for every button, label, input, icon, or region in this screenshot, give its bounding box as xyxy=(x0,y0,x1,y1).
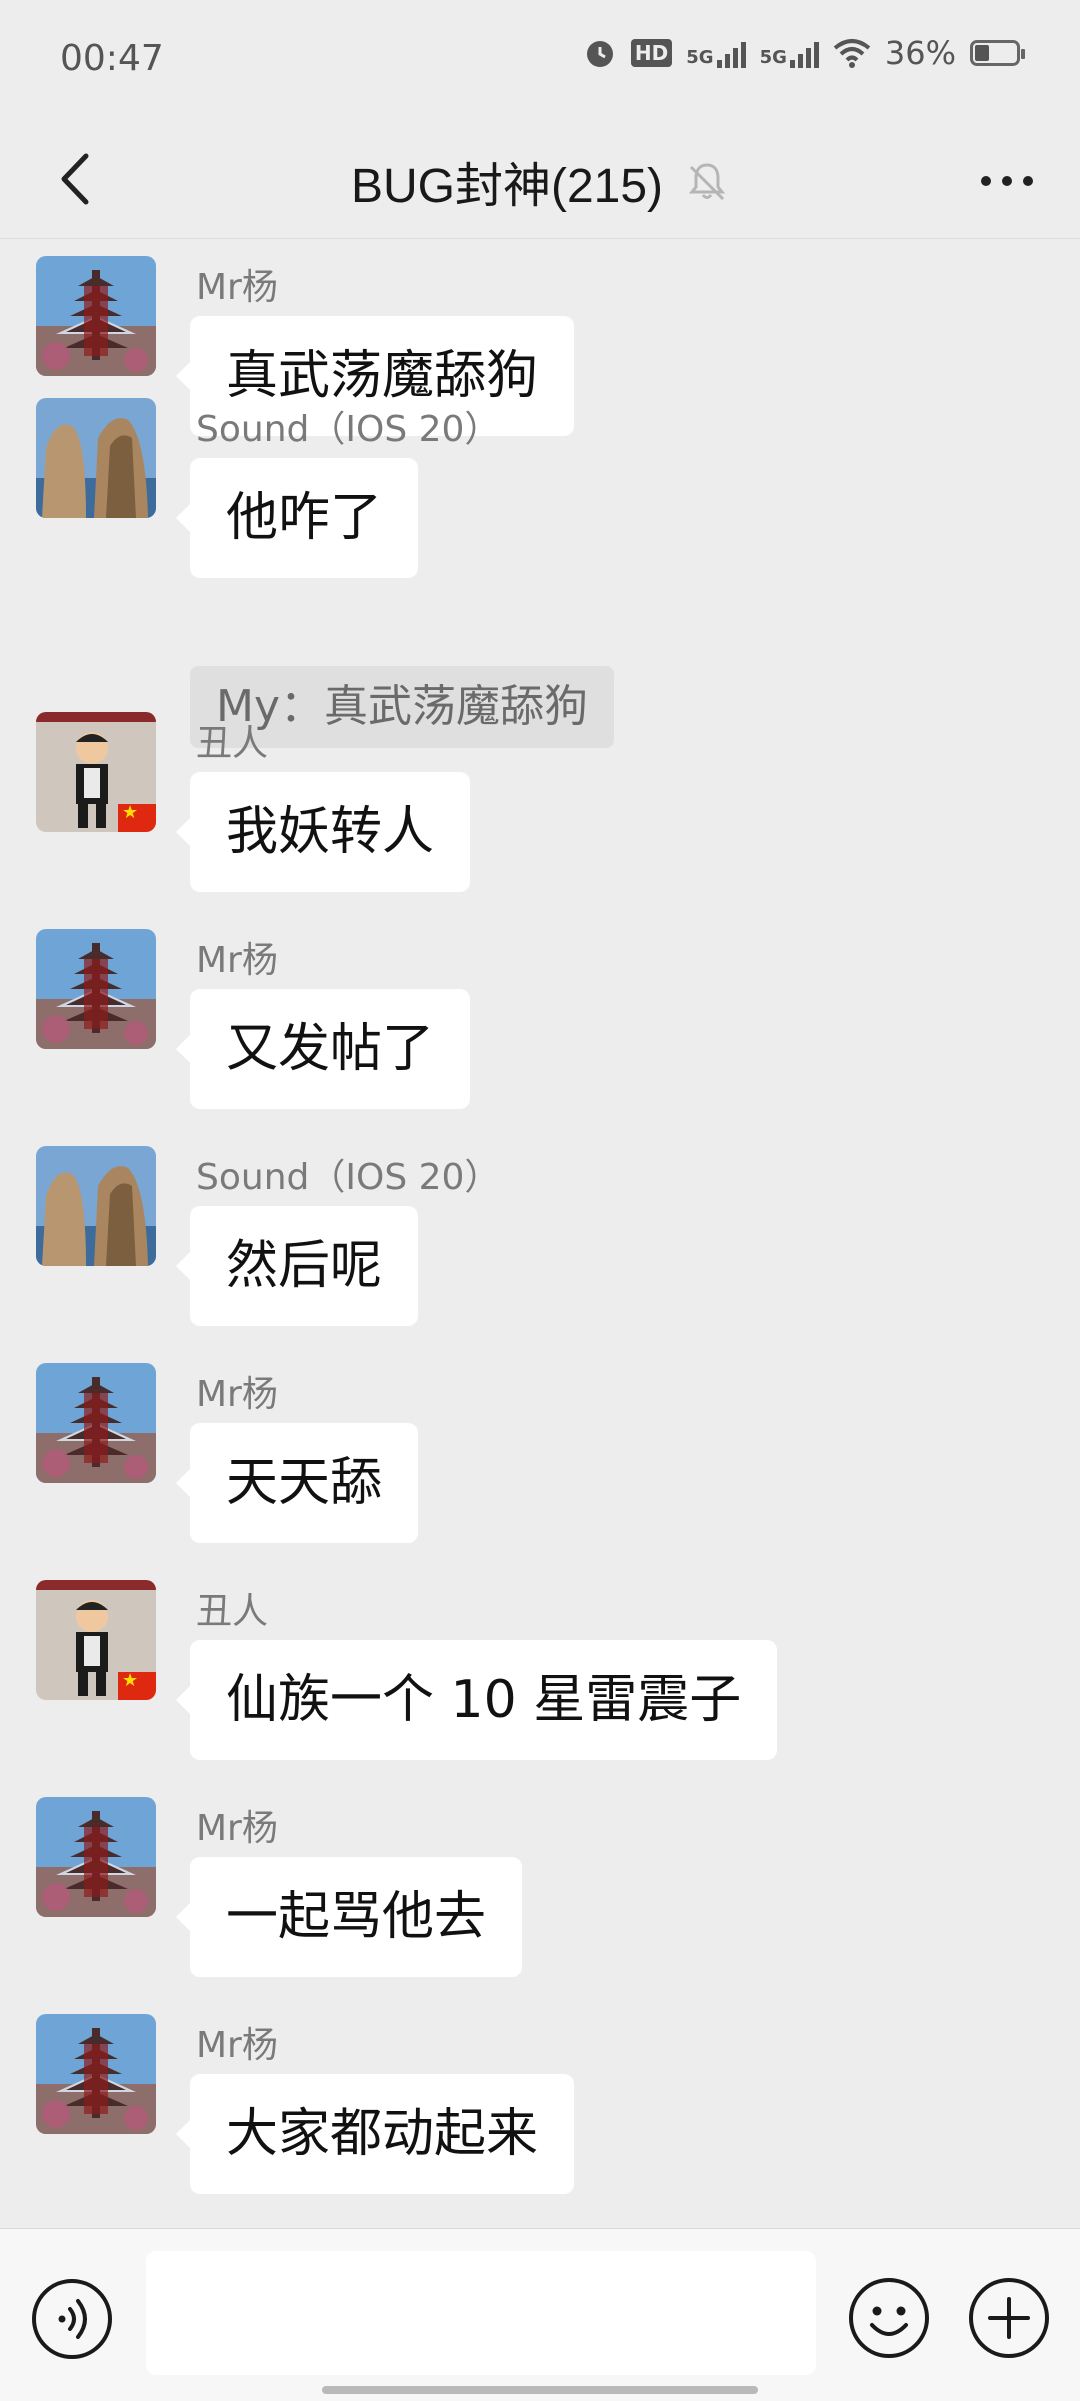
pagoda-avatar-icon xyxy=(36,929,156,1049)
wifi-icon xyxy=(833,39,871,68)
pagoda-avatar-icon xyxy=(36,1797,156,1917)
bell-muted-icon xyxy=(688,163,726,201)
status-bar: 00:47 HD 5G 5G 36% xyxy=(0,0,1080,120)
status-icons: HD 5G 5G 36% xyxy=(583,34,1025,72)
sender-name: Mr杨 xyxy=(196,1374,278,1415)
avatar[interactable] xyxy=(36,1580,156,1700)
flag-icon xyxy=(118,802,156,832)
avatar[interactable] xyxy=(36,398,156,518)
signal-5g-1: 5G xyxy=(686,38,746,68)
home-indicator[interactable] xyxy=(322,2386,758,2394)
message-bubble[interactable]: 大家都动起来 xyxy=(175,2074,575,2194)
avatar[interactable] xyxy=(36,1146,156,1266)
message-list: Mr杨 真武荡魔舔狗 Sound（IOS 20） 他咋了 My：真武荡魔舔狗 ★… xyxy=(0,240,1080,2230)
rock-avatar-icon xyxy=(36,398,156,518)
message-input[interactable] xyxy=(146,2251,816,2375)
message-bubble[interactable]: 仙族一个 10 星雷震子 xyxy=(175,1640,778,1760)
voice-icon[interactable] xyxy=(30,2277,114,2361)
avatar[interactable] xyxy=(36,1363,156,1483)
message-bubble[interactable]: 又发帖了 xyxy=(175,989,471,1109)
status-time: 00:47 xyxy=(60,38,164,79)
sender-name: 丑人 xyxy=(196,1591,269,1632)
input-bar xyxy=(0,2228,1080,2401)
pagoda-avatar-icon xyxy=(36,2014,156,2134)
message-bubble[interactable]: 他咋了 xyxy=(175,458,419,578)
signal-5g-2: 5G xyxy=(760,38,819,68)
emoji-icon[interactable] xyxy=(846,2275,932,2361)
sender-name: 丑人 xyxy=(196,723,269,764)
sender-name: Mr杨 xyxy=(196,1808,278,1849)
message-bubble[interactable]: 一起骂他去 xyxy=(175,1857,523,1977)
battery-icon xyxy=(970,40,1025,66)
sender-name: Sound（IOS 20） xyxy=(196,1157,501,1198)
message-bubble[interactable]: 然后呢 xyxy=(175,1206,419,1326)
pagoda-avatar-icon xyxy=(36,256,156,376)
more-icon[interactable] xyxy=(972,146,1042,216)
avatar[interactable] xyxy=(36,712,156,832)
sender-name: Mr杨 xyxy=(196,2025,278,2066)
flag-icon xyxy=(118,1670,156,1700)
chat-title: BUG封神(215) xyxy=(0,146,1080,216)
pagoda-avatar-icon xyxy=(36,1363,156,1483)
chat-header: BUG封神(215) xyxy=(0,120,1080,239)
avatar[interactable] xyxy=(36,256,156,376)
message-bubble[interactable]: 我妖转人 xyxy=(175,772,471,892)
sender-name: Mr杨 xyxy=(196,940,278,981)
avatar[interactable] xyxy=(36,2014,156,2134)
sender-name: Sound（IOS 20） xyxy=(196,409,501,450)
message-bubble[interactable]: 天天舔 xyxy=(175,1423,419,1543)
alarm-icon xyxy=(586,41,613,67)
avatar[interactable] xyxy=(36,1797,156,1917)
avatar[interactable] xyxy=(36,929,156,1049)
rock-avatar-icon xyxy=(36,1146,156,1266)
sender-name: Mr杨 xyxy=(196,267,278,308)
chat-title-text: BUG封神(215) xyxy=(350,160,664,213)
hd-badge: HD xyxy=(630,39,673,67)
plus-icon[interactable] xyxy=(966,2275,1052,2361)
battery-percent: 36% xyxy=(884,34,956,72)
